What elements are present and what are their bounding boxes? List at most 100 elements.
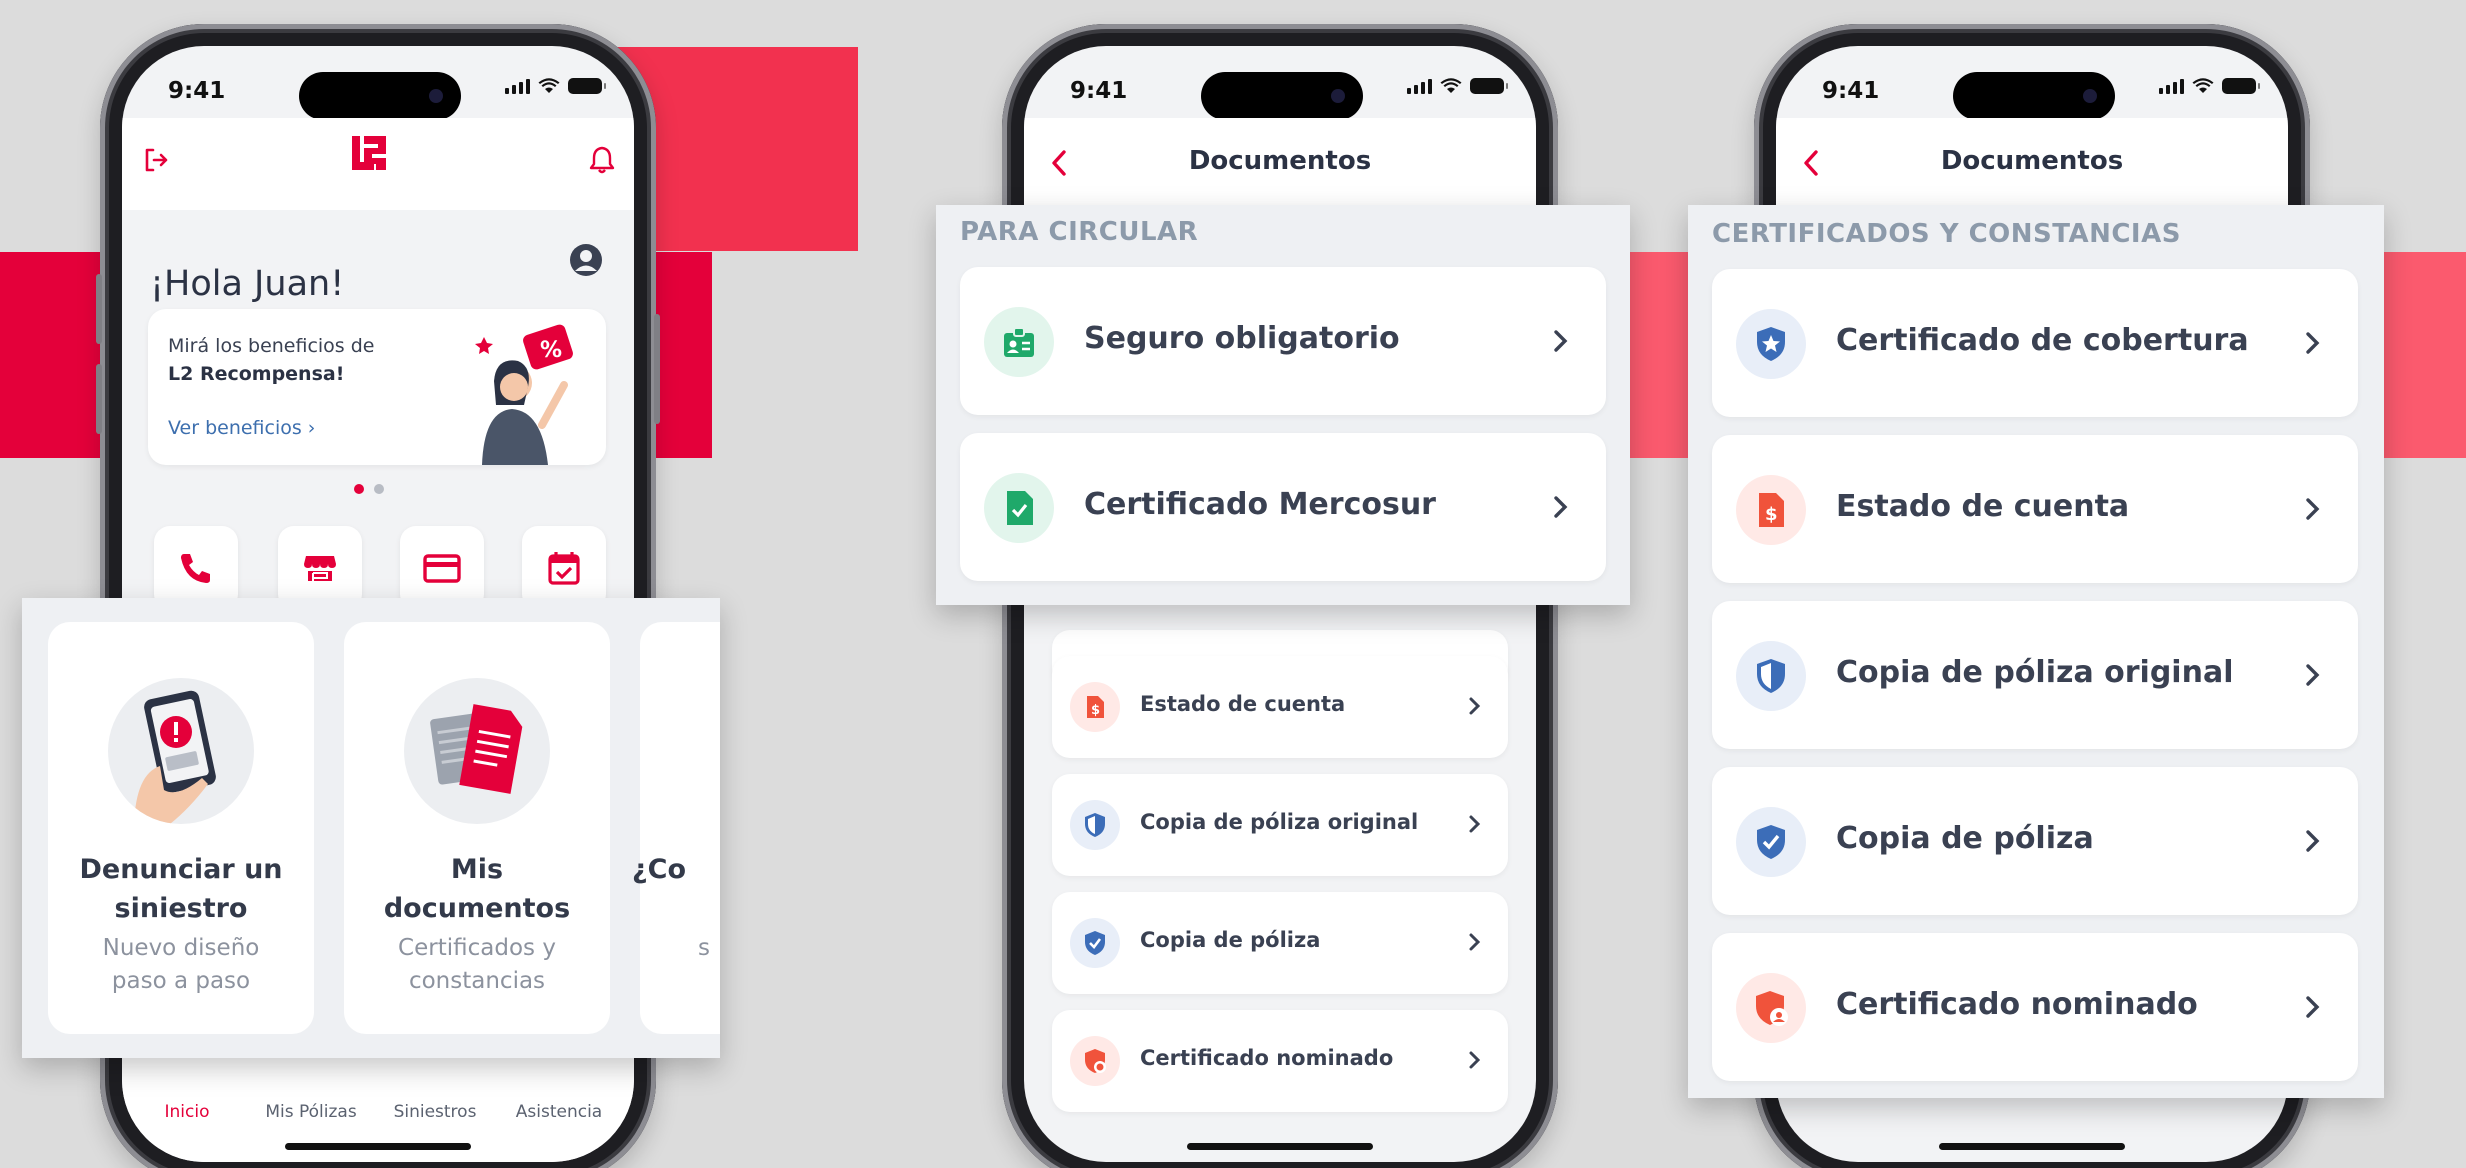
- shield-check-icon: [1070, 918, 1120, 968]
- status-bar: 9:41: [122, 46, 634, 120]
- list-item-label: Copia de póliza: [1836, 821, 2094, 856]
- documents-illustration: [404, 678, 550, 824]
- card-title: Mis documentos: [383, 854, 571, 924]
- shield-half-icon: [1736, 641, 1806, 711]
- home-indicator: [1187, 1143, 1373, 1150]
- logout-icon[interactable]: [142, 146, 170, 174]
- nav-asistencia[interactable]: Asistencia: [504, 1102, 614, 1122]
- nav-inicio[interactable]: Inicio: [132, 1102, 242, 1122]
- svg-text:$: $: [1765, 504, 1778, 525]
- status-time: 9:41: [1070, 78, 1128, 104]
- list-item-copia-poliza[interactable]: Copia de póliza: [1052, 892, 1508, 994]
- carousel-dots[interactable]: [354, 484, 384, 494]
- store-icon: [304, 556, 336, 583]
- list-item-seguro-obligatorio[interactable]: Seguro obligatorio: [960, 267, 1606, 415]
- list-item-copia-poliza-original[interactable]: Copia de póliza original: [1712, 601, 2358, 749]
- list-item-label: Certificado de cobertura: [1836, 323, 2249, 358]
- card-title: ¿Co: [632, 854, 687, 885]
- promo-woman-illustration: %: [475, 324, 573, 465]
- phone-alert-illustration: [108, 678, 254, 824]
- para-circular-zoom: PARA CIRCULAR Seguro obligatorio Certifi…: [936, 205, 1630, 605]
- status-icons: [2159, 78, 2260, 94]
- home-indicator: [285, 1143, 471, 1150]
- status-bar: 9:41: [1776, 46, 2288, 120]
- chevron-right-icon: [1554, 330, 1568, 352]
- shield-user-icon: [1070, 1036, 1120, 1086]
- list-item-label: Copia de póliza original: [1836, 655, 2234, 690]
- svg-text:%: %: [540, 338, 562, 363]
- list-item-label: Estado de cuenta: [1836, 489, 2130, 524]
- bell-icon[interactable]: [588, 144, 616, 174]
- page-title: Documentos: [1940, 146, 2124, 176]
- calendar-check-icon: [548, 552, 580, 585]
- list-item-certificado-nominado[interactable]: Certificado nominado: [1052, 1010, 1508, 1112]
- battery-icon: [1470, 78, 1508, 94]
- file-check-icon: [984, 473, 1054, 543]
- card-denunciar-siniestro[interactable]: Denunciar un siniestro Nuevo diseño paso a…: [48, 622, 314, 1034]
- promo-line1: Mirá los beneficios de: [168, 335, 375, 357]
- nav-siniestros[interactable]: Siniestros: [380, 1102, 490, 1122]
- dynamic-island: [1201, 72, 1363, 120]
- card-partial[interactable]: ¿Co s: [632, 622, 720, 1034]
- promo-banner[interactable]: Mirá los beneficios de L2 Recompensa! Ve…: [148, 309, 606, 465]
- chevron-right-icon: [2306, 996, 2320, 1018]
- list-item-label: Estado de cuenta: [1140, 692, 1346, 716]
- status-icons: [505, 78, 606, 94]
- list-item-estado-cuenta[interactable]: $ Estado de cuenta: [1052, 656, 1508, 758]
- wifi-icon: [1440, 78, 1462, 93]
- nav-mis-polizas[interactable]: Mis Pólizas: [256, 1102, 366, 1122]
- svg-text:$: $: [1091, 703, 1100, 718]
- certificados-zoom: CERTIFICADOS Y CONSTANCIAS Certificado d…: [1688, 205, 2384, 1098]
- documentos-header: Documentos: [1776, 118, 2288, 210]
- chevron-right-icon: [2306, 498, 2320, 520]
- list-item-certificado-mercosur[interactable]: Certificado Mercosur: [960, 433, 1606, 581]
- home-header: [122, 118, 634, 210]
- card-subtitle: s: [698, 935, 710, 961]
- signal-icon: [2159, 78, 2184, 94]
- signal-icon: [505, 78, 530, 94]
- list-item-label: Certificado nominado: [1140, 1046, 1394, 1070]
- list-item-estado-cuenta[interactable]: $ Estado de cuenta: [1712, 435, 2358, 583]
- list-item-certificado-nominado[interactable]: Certificado nominado: [1712, 933, 2358, 1081]
- card-mis-documentos[interactable]: Mis documentos Certificados y constancias: [344, 622, 610, 1034]
- list-item-label: Copia de póliza original: [1140, 810, 1419, 834]
- list-item-label: Copia de póliza: [1140, 928, 1321, 952]
- signal-icon: [1407, 78, 1432, 94]
- chevron-right-icon: [1469, 815, 1481, 833]
- promo-link[interactable]: Ver beneficios ›: [168, 417, 315, 439]
- chevron-right-icon: [2306, 332, 2320, 354]
- status-time: 9:41: [1822, 78, 1880, 104]
- wifi-icon: [2192, 78, 2214, 93]
- section-title-certificados: CERTIFICADOS Y CONSTANCIAS: [1712, 219, 2181, 249]
- home-cards-zoom: Denunciar un siniestro Nuevo diseño paso a…: [22, 598, 720, 1058]
- greeting: ¡Hola Juan!: [150, 264, 345, 304]
- section-title-para-circular: PARA CIRCULAR: [960, 217, 1199, 247]
- chevron-right-icon: [1469, 1051, 1481, 1069]
- account-icon[interactable]: [568, 242, 604, 278]
- card-subtitle: Nuevo diseño paso a paso: [102, 935, 260, 994]
- file-dollar-icon: $: [1736, 475, 1806, 545]
- shield-user-icon: [1736, 973, 1806, 1043]
- home-indicator: [1939, 1143, 2125, 1150]
- list-item-label: Certificado Mercosur: [1084, 487, 1436, 522]
- status-time: 9:41: [168, 78, 226, 104]
- chevron-right-icon: [1554, 496, 1568, 518]
- shield-star-icon: [1736, 309, 1806, 379]
- list-item-certificado-cobertura[interactable]: Certificado de cobertura: [1712, 269, 2358, 417]
- file-dollar-icon: $: [1070, 682, 1120, 732]
- list-item-copia-poliza-original[interactable]: Copia de póliza original: [1052, 774, 1508, 876]
- card-title: Denunciar un siniestro: [79, 854, 283, 924]
- dynamic-island: [299, 72, 461, 120]
- bottom-nav: Inicio Mis Pólizas Siniestros Asistencia: [122, 1052, 634, 1162]
- list-item-copia-poliza[interactable]: Copia de póliza: [1712, 767, 2358, 915]
- phone-icon: [181, 554, 210, 583]
- status-icons: [1407, 78, 1508, 94]
- chevron-right-icon: [1469, 933, 1481, 951]
- promo-line2: L2 Recompensa!: [168, 363, 345, 385]
- credit-card-icon: [423, 554, 461, 583]
- card-subtitle: Certificados y constancias: [398, 935, 556, 994]
- l2-logo-icon: [352, 136, 386, 170]
- id-badge-icon: [984, 307, 1054, 377]
- chevron-right-icon: [2306, 830, 2320, 852]
- page-title: Documentos: [1188, 146, 1372, 176]
